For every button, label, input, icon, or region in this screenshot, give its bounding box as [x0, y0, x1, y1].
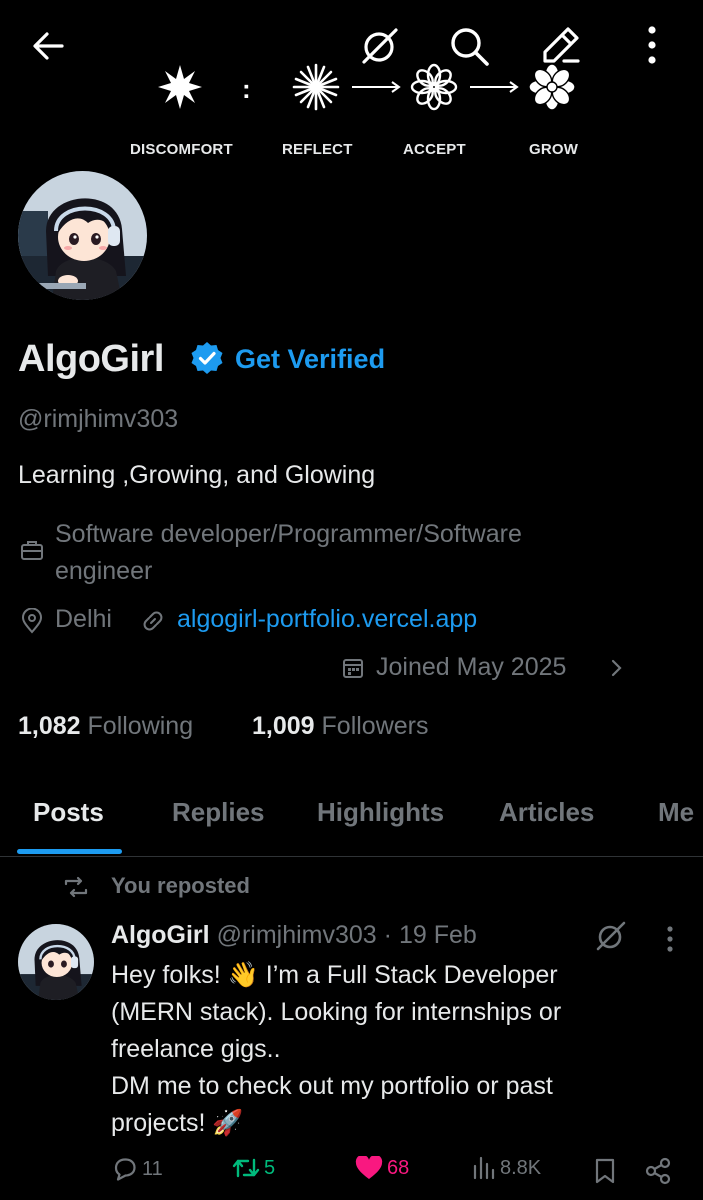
vertical-dots-icon — [648, 26, 656, 64]
tab-replies[interactable]: Replies — [172, 797, 265, 828]
following-number: 1,082 — [18, 712, 81, 740]
post-avatar[interactable] — [18, 924, 94, 1000]
get-verified-link[interactable]: Get Verified — [235, 344, 385, 375]
like-button[interactable]: 68 — [355, 1156, 409, 1180]
spark-icon — [292, 63, 340, 111]
tab-articles[interactable]: Articles — [499, 797, 594, 828]
chevron-right-icon[interactable] — [608, 656, 626, 680]
profession-text: Software developer/Programmer/Software — [55, 520, 522, 548]
arrow-right-icon — [470, 81, 519, 93]
tab-posts[interactable]: Posts — [33, 797, 104, 828]
flower-outline-icon — [410, 63, 458, 111]
repost-context: You reposted — [111, 873, 250, 898]
profile-banner — [130, 52, 590, 127]
banner-step-label: GROW — [529, 141, 579, 158]
bookmark-icon — [595, 1158, 615, 1184]
views-count: 8.8K — [500, 1156, 542, 1179]
bookmark-button[interactable] — [594, 1158, 616, 1184]
tab-divider — [0, 856, 703, 857]
reply-count: 11 — [142, 1157, 163, 1180]
repost-icon — [63, 876, 89, 898]
more-button[interactable] — [640, 24, 664, 66]
profile-bio: Learning ,Growing, and Glowing — [18, 461, 376, 489]
post-text-line: freelance gigs.. — [111, 1035, 281, 1063]
post-author-name[interactable]: AlgoGirl — [111, 921, 210, 949]
grok-icon — [596, 921, 626, 951]
following-label: Following — [87, 712, 194, 740]
user-handle: @rimjhimv303 — [18, 405, 179, 433]
banner-step-label: DISCOMFORT — [130, 141, 233, 158]
post-text: Hey folks! 👋 I’m a Full Stack Developer … — [111, 957, 671, 1142]
post-text-line: DM me to check out my portfolio or past — [111, 1072, 553, 1100]
active-tab-indicator — [17, 849, 122, 854]
heart-filled-icon — [355, 1156, 383, 1179]
followers-number: 1,009 — [252, 712, 315, 740]
like-count: 68 — [387, 1156, 410, 1179]
post-author-handle: @rimjhimv303 — [216, 921, 377, 949]
post-text-line: (MERN stack). Looking for internships or — [111, 998, 562, 1026]
joined-date: Joined May 2025 — [376, 653, 567, 681]
share-button[interactable] — [644, 1157, 672, 1185]
avatar[interactable] — [18, 171, 147, 300]
share-icon — [645, 1157, 671, 1185]
vertical-dots-icon — [667, 926, 673, 952]
post-text-line: Hey folks! 👋 I’m a Full Stack Developer — [111, 961, 558, 989]
display-name: AlgoGirl — [18, 338, 164, 380]
following-count[interactable]: 1,082 Following — [18, 712, 193, 741]
flower-filled-icon — [528, 63, 576, 111]
briefcase-icon — [20, 538, 44, 562]
followers-count[interactable]: 1,009 Followers — [252, 712, 429, 741]
post-dot: · — [383, 921, 392, 949]
verified-badge-icon — [190, 341, 224, 375]
location-text: Delhi — [55, 605, 112, 633]
website-link[interactable]: algogirl-portfolio.vercel.app — [177, 605, 477, 634]
post-header: AlgoGirl @rimjhimv303 · 19 Feb — [111, 921, 477, 950]
post-date: 19 Feb — [398, 921, 477, 949]
repost-button[interactable]: 5 — [232, 1156, 275, 1180]
tab-highlights[interactable]: Highlights — [317, 797, 444, 828]
reply-button[interactable]: 11 — [112, 1156, 163, 1182]
back-button[interactable] — [30, 28, 66, 64]
banner-separator: : — [242, 74, 251, 104]
grok-button[interactable] — [594, 919, 628, 953]
arrow-left-icon — [33, 32, 64, 60]
repost-icon — [232, 1158, 260, 1178]
banner-step-label: ACCEPT — [403, 141, 466, 158]
arrow-right-icon — [352, 81, 401, 93]
location-icon — [20, 608, 44, 634]
reply-icon — [114, 1158, 136, 1181]
profession-text: engineer — [55, 557, 153, 585]
tab-media[interactable]: Me — [658, 797, 694, 828]
views-button[interactable]: 8.8K — [472, 1156, 541, 1180]
analytics-icon — [473, 1156, 495, 1180]
banner-step-label: REFLECT — [282, 141, 353, 158]
calendar-icon — [341, 656, 365, 680]
followers-label: Followers — [321, 712, 429, 740]
link-icon — [141, 609, 165, 633]
post-text-line: projects! 🚀 — [111, 1109, 244, 1137]
starburst-icon — [158, 65, 202, 109]
repost-count: 5 — [264, 1156, 276, 1179]
post-more-button[interactable] — [662, 925, 678, 953]
